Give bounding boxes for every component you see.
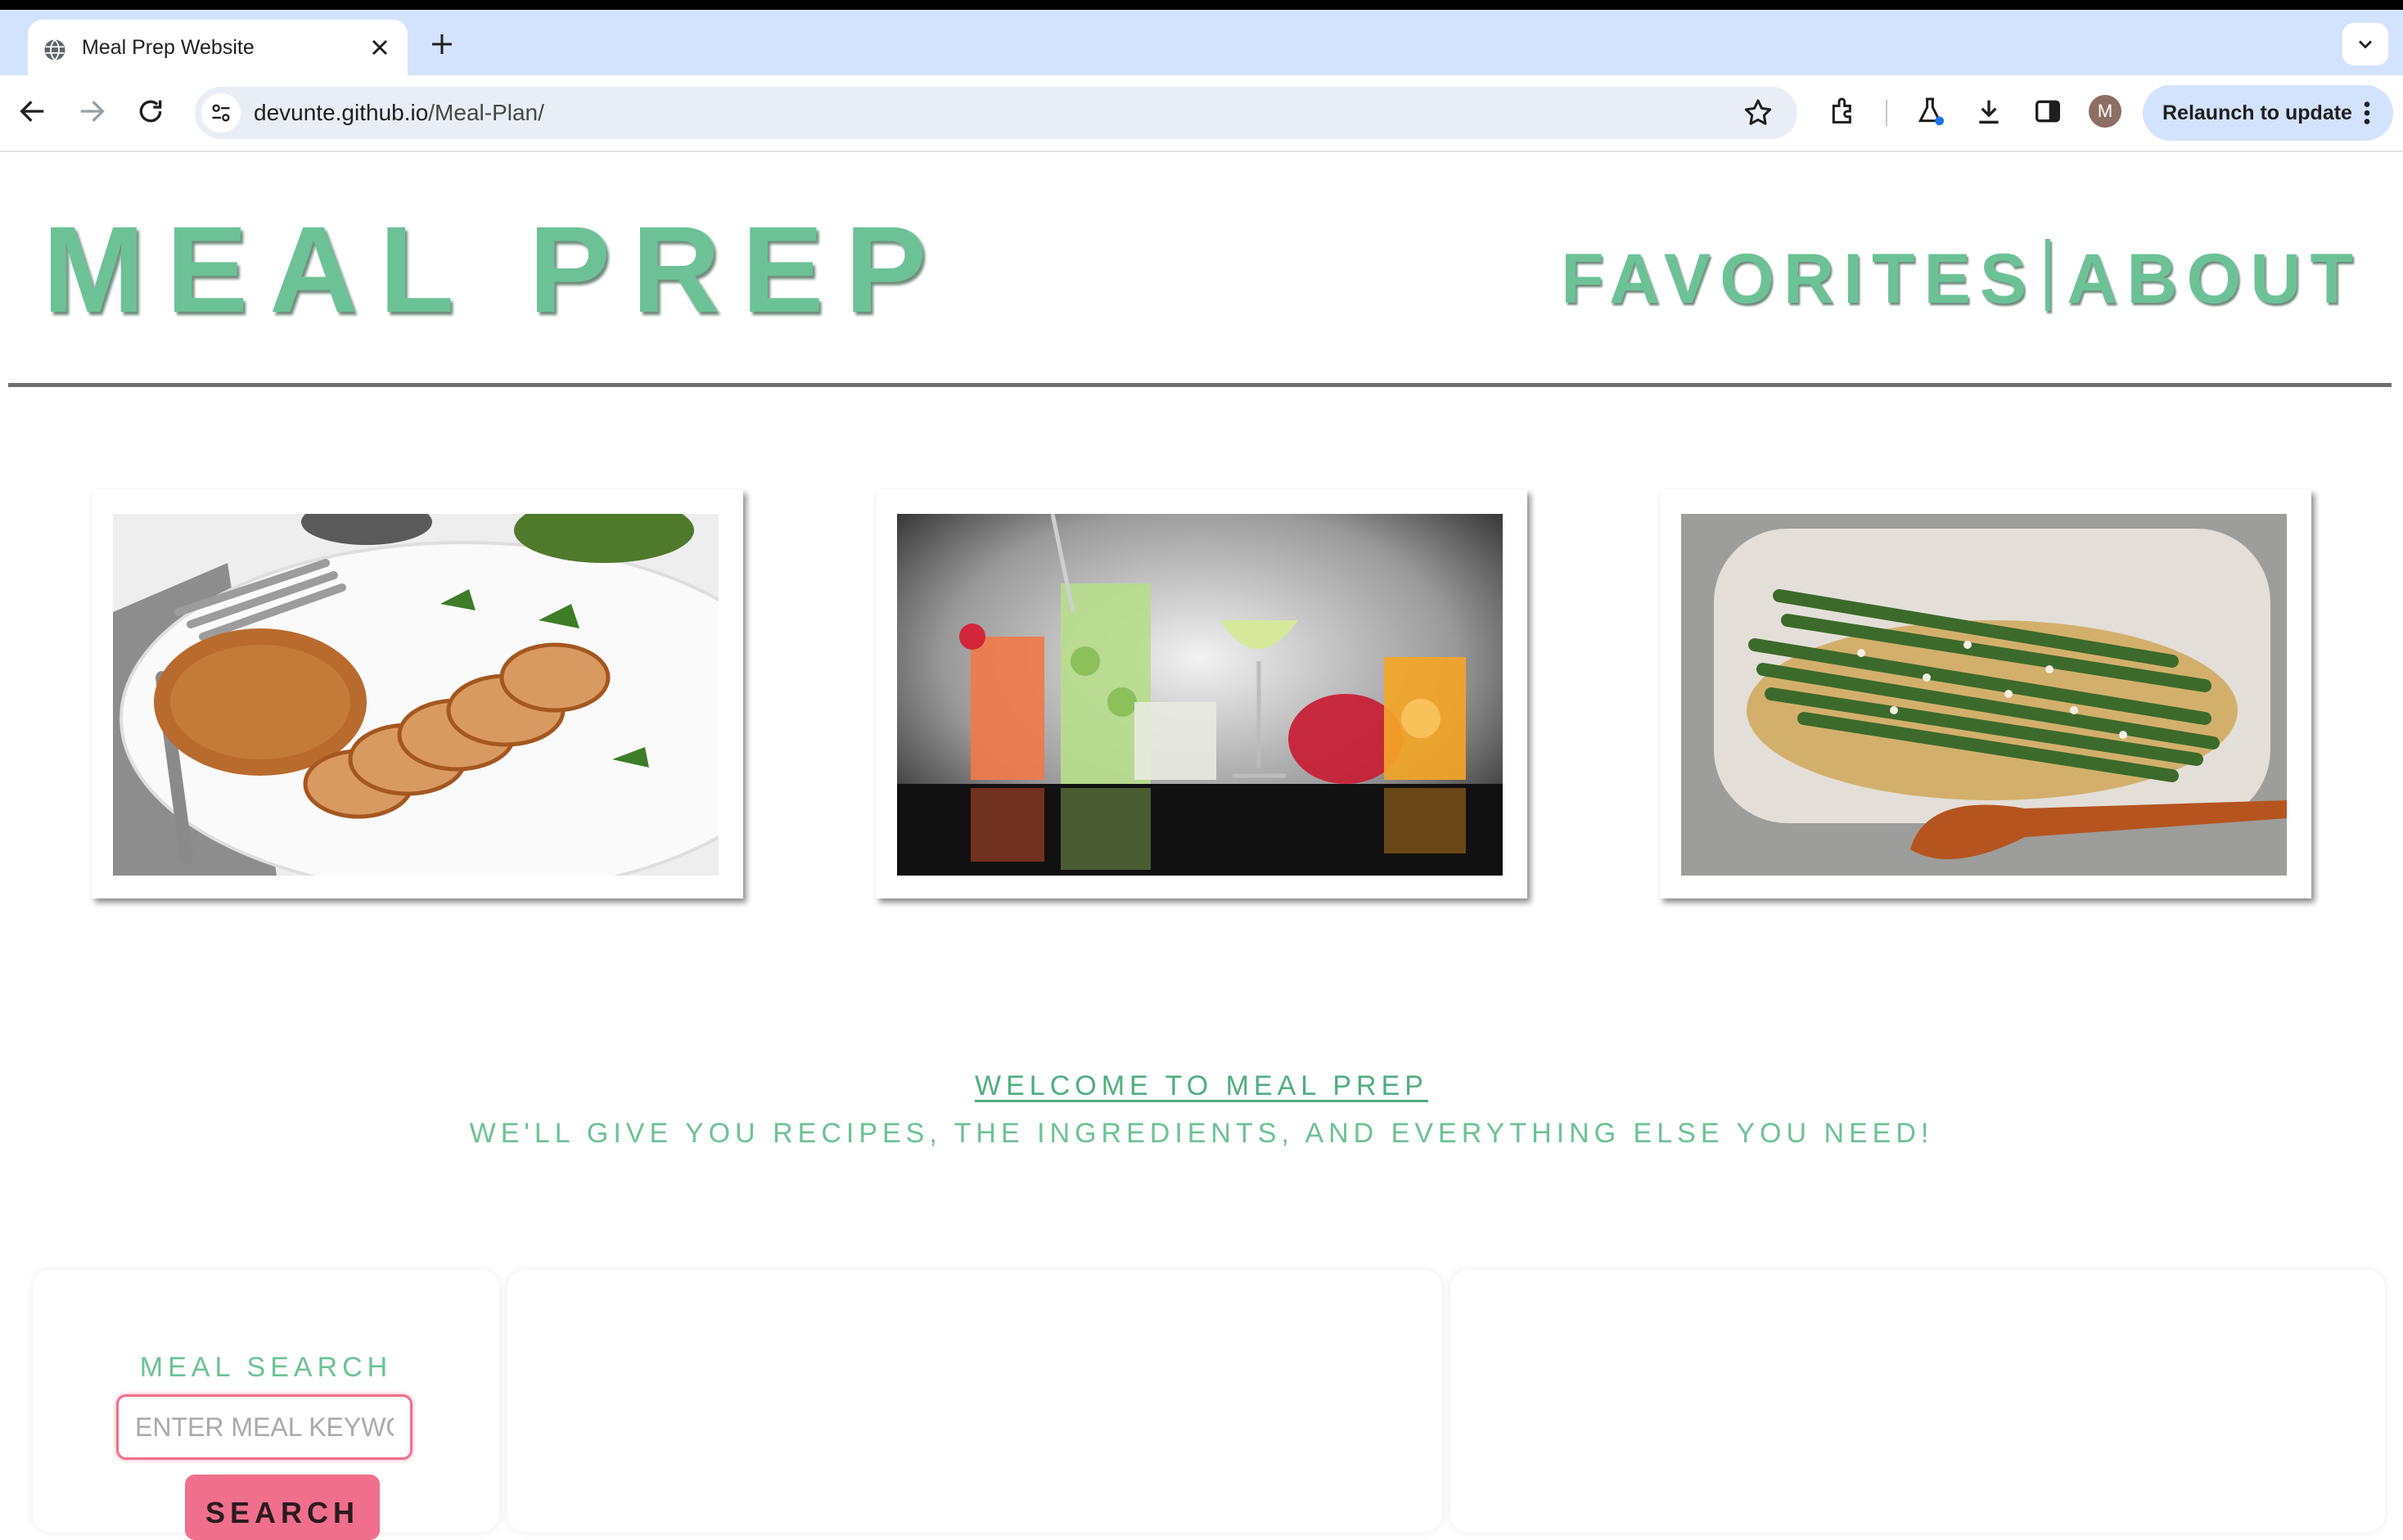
header-rule xyxy=(8,383,2392,387)
browser-toolbar: devunte.github.io/Meal-Plan/ M Relaunch … xyxy=(0,75,2403,152)
site-logo[interactable]: MEAL PREP xyxy=(43,208,948,331)
toolbar-divider xyxy=(1886,100,1887,126)
recipe-detail-panel xyxy=(1450,1270,2385,1532)
forward-arrow-icon[interactable] xyxy=(75,95,108,128)
tab-title: Meal Prep Website xyxy=(82,36,255,59)
results-panel xyxy=(507,1270,1442,1532)
window-top-edge xyxy=(0,0,2403,10)
bookmark-star-icon[interactable] xyxy=(1742,97,1774,129)
address-bar[interactable]: devunte.github.io/Meal-Plan/ xyxy=(195,87,1797,139)
nav-divider xyxy=(2045,239,2051,311)
download-icon[interactable] xyxy=(1972,95,2005,128)
welcome-title[interactable]: WELCOME TO MEAL PREP xyxy=(0,1070,2403,1102)
new-tab-icon[interactable] xyxy=(427,29,457,59)
meal-search-title: MEAL SEARCH xyxy=(139,1352,393,1383)
more-vertical-icon[interactable] xyxy=(2359,98,2375,128)
site-info-button[interactable] xyxy=(201,93,241,133)
reload-icon[interactable] xyxy=(134,95,167,128)
meal-search-panel: MEAL SEARCH SEARCH xyxy=(33,1270,499,1540)
chevron-down-icon xyxy=(2359,40,2372,49)
side-panel-icon[interactable] xyxy=(2031,95,2064,128)
nav-favorites-link[interactable]: FAVORITES xyxy=(1561,240,2036,318)
back-arrow-icon[interactable] xyxy=(16,95,49,128)
tab-bar: Meal Prep Website xyxy=(0,10,2403,75)
url-text: devunte.github.io/Meal-Plan/ xyxy=(254,100,544,126)
gallery-card xyxy=(1660,489,2311,898)
gallery-card xyxy=(876,489,1527,898)
tab-search-button[interactable] xyxy=(2342,23,2388,65)
welcome-subtitle: WE'LL GIVE YOU RECIPES, THE INGREDIENTS,… xyxy=(469,1118,1934,1149)
asparagus-image xyxy=(1681,514,2287,876)
browser-tab[interactable]: Meal Prep Website xyxy=(28,20,408,75)
url-path: /Meal-Plan/ xyxy=(428,100,544,125)
search-button[interactable]: SEARCH xyxy=(185,1475,380,1540)
relaunch-label: Relaunch to update xyxy=(2162,101,2352,124)
labs-flask-icon[interactable] xyxy=(1914,95,1946,128)
tune-icon xyxy=(212,104,230,122)
close-icon[interactable] xyxy=(367,34,393,61)
grilled-chicken-image xyxy=(113,514,719,876)
extensions-icon[interactable] xyxy=(1827,95,1860,128)
nav-about-link[interactable]: ABOUT xyxy=(2067,240,2362,318)
globe-icon xyxy=(44,38,65,61)
drinks-image xyxy=(897,514,1503,876)
meal-search-input[interactable] xyxy=(116,1394,413,1460)
relaunch-to-update-button[interactable]: Relaunch to update xyxy=(2143,85,2393,141)
main-nav: FAVORITES ABOUT xyxy=(1561,239,2362,314)
url-host: devunte.github.io xyxy=(254,100,429,125)
profile-avatar[interactable]: M xyxy=(2089,95,2121,128)
gallery-card xyxy=(92,489,743,898)
